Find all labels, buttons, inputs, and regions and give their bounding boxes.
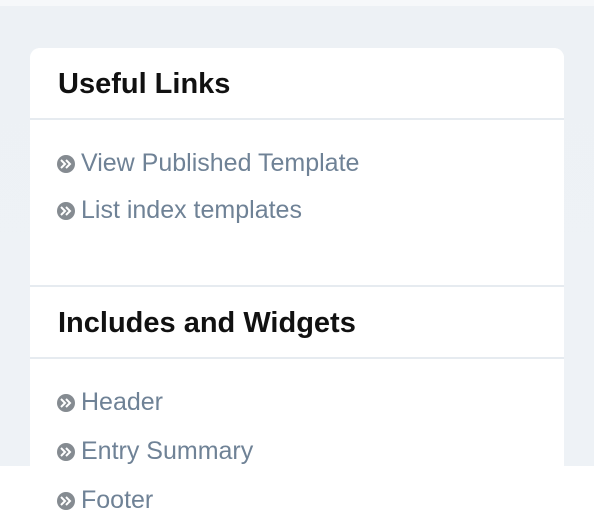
double-chevron-right-icon — [57, 154, 75, 173]
useful-links-list: View Published Template List index templ… — [57, 140, 359, 234]
entry-summary-link[interactable]: Entry Summary — [81, 437, 253, 466]
footer-link[interactable]: Footer — [81, 486, 153, 515]
view-published-template-link[interactable]: View Published Template — [81, 149, 359, 178]
list-item: List index templates — [57, 187, 359, 234]
includes-widgets-list: Header Entry Summary Footer — [57, 379, 253, 524]
list-item: View Published Template — [57, 140, 359, 187]
includes-widgets-title: Includes and Widgets — [58, 307, 356, 339]
useful-links-header: Useful Links — [30, 48, 564, 120]
list-index-templates-link[interactable]: List index templates — [81, 196, 302, 225]
list-item: Entry Summary — [57, 426, 253, 477]
useful-links-title: Useful Links — [58, 68, 231, 100]
includes-widgets-header: Includes and Widgets — [30, 285, 564, 359]
double-chevron-right-icon — [57, 393, 75, 412]
list-item: Header — [57, 379, 253, 426]
double-chevron-right-icon — [57, 201, 75, 220]
list-item: Footer — [57, 477, 253, 524]
double-chevron-right-icon — [57, 491, 75, 510]
double-chevron-right-icon — [57, 442, 75, 461]
header-link[interactable]: Header — [81, 388, 163, 417]
